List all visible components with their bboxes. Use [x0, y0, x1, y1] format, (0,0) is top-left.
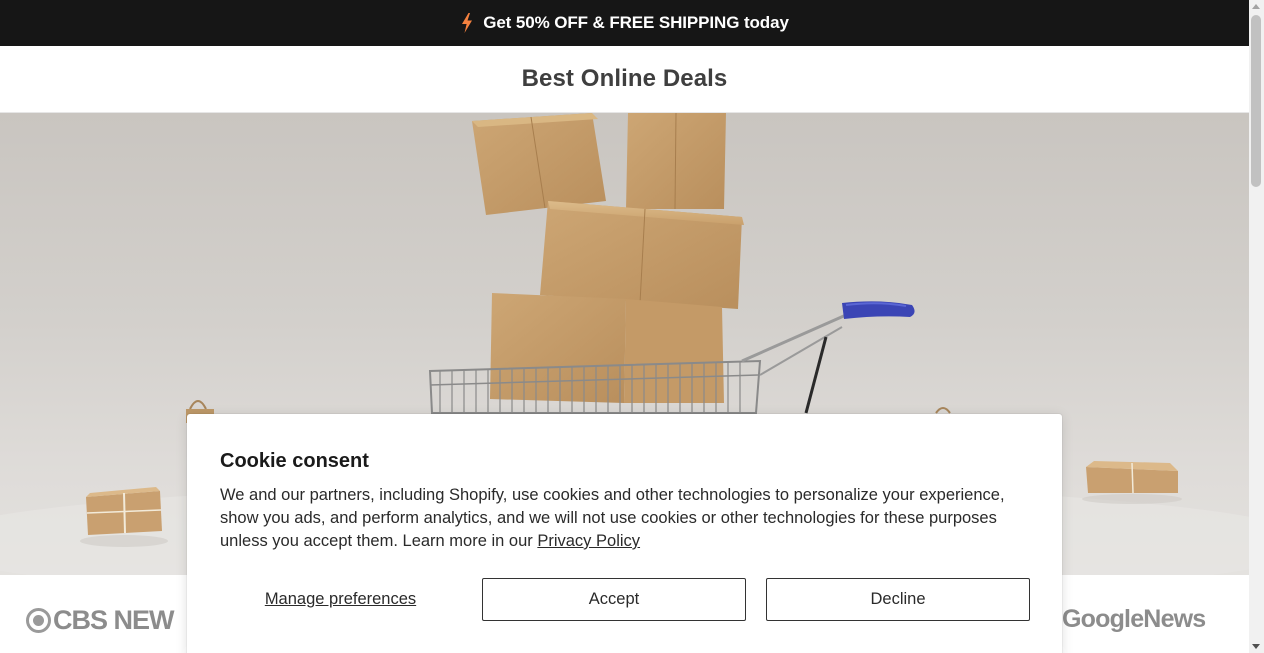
announcement-bar: Get 50% OFF & FREE SHIPPING today: [0, 0, 1249, 46]
cbs-news-logo: CBS NEW: [26, 605, 174, 636]
site-header: Best Online Deals: [0, 46, 1249, 113]
cart-handle: [842, 301, 915, 319]
scrollbar-thumb[interactable]: [1251, 15, 1261, 187]
cookie-consent-title: Cookie consent: [220, 450, 369, 472]
cbs-eye-icon: [26, 608, 51, 633]
small-parcel-left: [80, 487, 168, 547]
lightning-bolt-icon: [460, 13, 474, 33]
cbs-news-logo-text: CBS NEW: [53, 605, 174, 635]
cookie-consent-dialog: Cookie consent We and our partners, incl…: [187, 414, 1062, 653]
cookie-consent-body: We and our partners, including Shopify, …: [220, 484, 1020, 553]
scroll-down-arrow-icon[interactable]: [1252, 644, 1260, 649]
small-parcel-right: [1082, 461, 1182, 504]
google-news-logo: GoogleNews: [1062, 605, 1206, 633]
page: Get 50% OFF & FREE SHIPPING today Best O…: [0, 0, 1264, 653]
brand-title[interactable]: Best Online Deals: [522, 65, 728, 93]
box-stack: [472, 113, 744, 403]
scroll-up-arrow-icon[interactable]: [1252, 4, 1260, 9]
privacy-policy-link[interactable]: Privacy Policy: [537, 532, 640, 550]
announcement-text: Get 50% OFF & FREE SHIPPING today: [483, 13, 789, 32]
accept-button[interactable]: Accept: [482, 578, 746, 621]
decline-button[interactable]: Decline: [766, 578, 1030, 621]
manage-preferences-button[interactable]: Manage preferences: [220, 578, 461, 621]
shopping-bag-small-right: [935, 407, 951, 414]
page-scrollbar[interactable]: [1249, 0, 1264, 653]
